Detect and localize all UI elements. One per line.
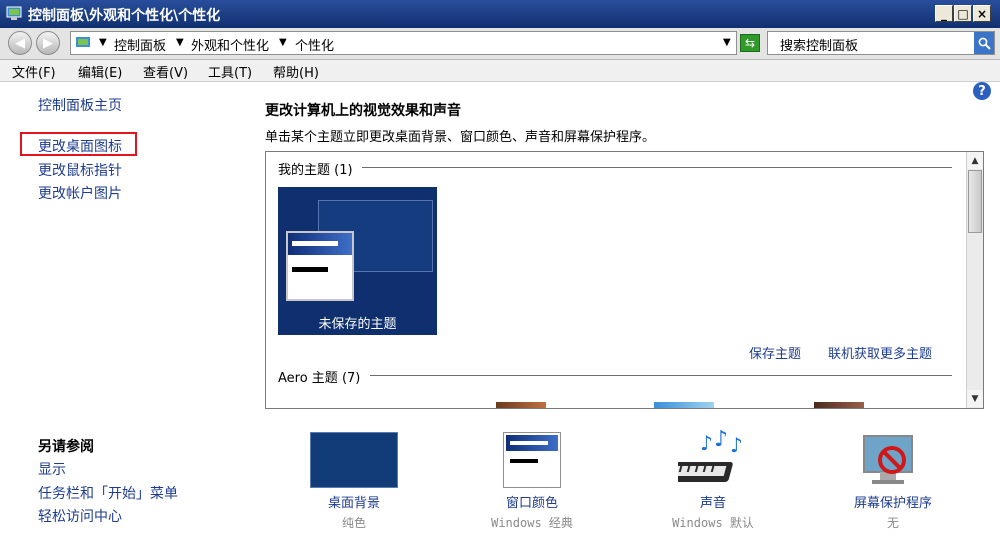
change-mouse-pointers-link[interactable]: 更改鼠标指针 xyxy=(38,160,122,180)
chevron-right-icon[interactable]: ▼ xyxy=(279,37,287,48)
back-arrow-icon: ◀ xyxy=(15,35,25,51)
ease-of-access-link[interactable]: 轻松访问中心 xyxy=(38,506,122,526)
window-color-link[interactable]: 窗口颜色 xyxy=(482,492,582,511)
aero-theme-thumbnail[interactable] xyxy=(654,402,714,408)
sound-value: Windows 默认 xyxy=(672,516,754,530)
menu-bar: 文件(F) 编辑(E) 查看(V) 工具(T) 帮助(H) xyxy=(0,60,1000,82)
group-divider xyxy=(370,375,952,376)
address-dropdown-icon[interactable]: ▼ xyxy=(723,37,731,48)
window-color-text xyxy=(510,459,538,463)
aero-theme-thumbnail[interactable] xyxy=(496,402,546,408)
theme-list[interactable]: 我的主题 (1) 未保存的主题 保存主题 联机获取更多主题 Aero 主题 (7… xyxy=(265,151,984,409)
scrollbar-thumb[interactable] xyxy=(968,170,982,233)
aero-theme-thumbnail[interactable] xyxy=(814,402,864,408)
screensaver-value: 无 xyxy=(886,516,899,530)
svg-text:♪: ♪ xyxy=(714,430,728,452)
unsaved-theme-tile[interactable]: 未保存的主题 xyxy=(278,187,437,335)
close-button[interactable]: × xyxy=(973,5,991,22)
window-color-swatch[interactable] xyxy=(503,432,561,488)
menu-view[interactable]: 查看(V) xyxy=(143,62,188,81)
svg-text:♪: ♪ xyxy=(700,431,713,455)
theme-list-scrollbar[interactable]: ▲ ▼ xyxy=(966,152,983,408)
breadcrumb-control-panel[interactable]: 控制面板 xyxy=(114,35,166,54)
breadcrumb-personalization[interactable]: 个性化 xyxy=(295,35,334,54)
group-divider xyxy=(362,167,952,168)
menu-tools[interactable]: 工具(T) xyxy=(208,62,252,81)
window-color-bar xyxy=(510,441,548,445)
menu-edit[interactable]: 编辑(E) xyxy=(78,62,122,81)
unsaved-theme-label: 未保存的主题 xyxy=(318,317,397,332)
scroll-up-arrow-icon[interactable]: ▲ xyxy=(967,152,983,169)
window-color-value: Windows 经典 xyxy=(491,516,573,530)
desktop-background-link[interactable]: 桌面背景 xyxy=(304,492,404,511)
theme-preview-window xyxy=(286,231,354,301)
page-title: 更改计算机上的视觉效果和声音 xyxy=(265,103,461,119)
aero-themes-header: Aero 主题 (7) xyxy=(278,371,361,386)
search-button[interactable] xyxy=(974,32,994,54)
left-pane: 控制面板主页 更改桌面图标 更改鼠标指针 更改帐户图片 另请参阅 显示 任务栏和… xyxy=(0,82,250,549)
chevron-right-icon[interactable]: ▼ xyxy=(176,37,184,48)
screensaver-link[interactable]: 屏幕保护程序 xyxy=(838,492,948,511)
help-button[interactable]: ? xyxy=(973,82,991,100)
save-theme-link[interactable]: 保存主题 xyxy=(749,343,801,362)
back-button[interactable]: ◀ xyxy=(8,31,32,55)
change-desktop-icons-link[interactable]: 更改桌面图标 xyxy=(38,136,122,156)
search-placeholder: 搜索控制面板 xyxy=(780,39,859,54)
forward-arrow-icon: ▶ xyxy=(43,35,53,51)
screensaver-icon[interactable] xyxy=(858,432,918,490)
window-color-titlebar xyxy=(506,435,558,451)
scroll-down-arrow-icon[interactable]: ▼ xyxy=(967,390,983,407)
search-input[interactable]: 搜索控制面板 xyxy=(767,31,995,55)
minimize-button[interactable]: _ xyxy=(935,5,953,22)
maximize-button[interactable]: □ xyxy=(954,5,972,22)
menu-file[interactable]: 文件(F) xyxy=(12,62,56,81)
desktop-background-value: 纯色 xyxy=(341,516,366,530)
get-more-themes-link[interactable]: 联机获取更多主题 xyxy=(828,343,932,362)
change-account-picture-link[interactable]: 更改帐户图片 xyxy=(38,183,122,203)
search-icon xyxy=(978,37,991,50)
breadcrumb-appearance[interactable]: 外观和个性化 xyxy=(191,35,269,54)
control-panel-icon xyxy=(6,6,22,20)
theme-preview-titlebar xyxy=(288,233,352,255)
title-bar: 控制面板\外观和个性化\个性化 _ □ × xyxy=(0,0,1000,28)
refresh-icon: ⇆ xyxy=(744,36,756,50)
desktop-background-swatch[interactable] xyxy=(310,432,398,488)
window-title: 控制面板\外观和个性化\个性化 xyxy=(28,8,221,24)
breadcrumb[interactable]: ▼ 控制面板 ▼ 外观和个性化 ▼ 个性化 ▼ xyxy=(70,31,737,55)
chevron-right-icon[interactable]: ▼ xyxy=(99,37,107,48)
theme-preview-bar xyxy=(292,241,338,246)
help-icon: ? xyxy=(978,83,986,99)
taskbar-start-menu-link[interactable]: 任务栏和「开始」菜单 xyxy=(38,483,178,503)
theme-preview-text xyxy=(292,267,328,272)
refresh-button[interactable]: ⇆ xyxy=(740,34,760,52)
display-link[interactable]: 显示 xyxy=(38,459,66,479)
sound-icon[interactable]: ♪ ♪ ♪ xyxy=(678,430,750,490)
svg-text:♪: ♪ xyxy=(730,433,743,457)
my-themes-header: 我的主题 (1) xyxy=(278,163,353,178)
control-panel-home-link[interactable]: 控制面板主页 xyxy=(38,95,122,115)
page-description: 单击某个主题立即更改桌面背景、窗口颜色、声音和屏幕保护程序。 xyxy=(265,130,656,145)
control-panel-icon xyxy=(76,37,90,47)
sound-link[interactable]: 声音 xyxy=(663,492,763,511)
forward-button[interactable]: ▶ xyxy=(36,31,60,55)
see-also-heading: 另请参阅 xyxy=(38,439,94,455)
menu-help[interactable]: 帮助(H) xyxy=(273,62,319,81)
address-bar: ◀ ▶ ▼ 控制面板 ▼ 外观和个性化 ▼ 个性化 ▼ ⇆ 搜索控制面板 xyxy=(0,28,1000,60)
